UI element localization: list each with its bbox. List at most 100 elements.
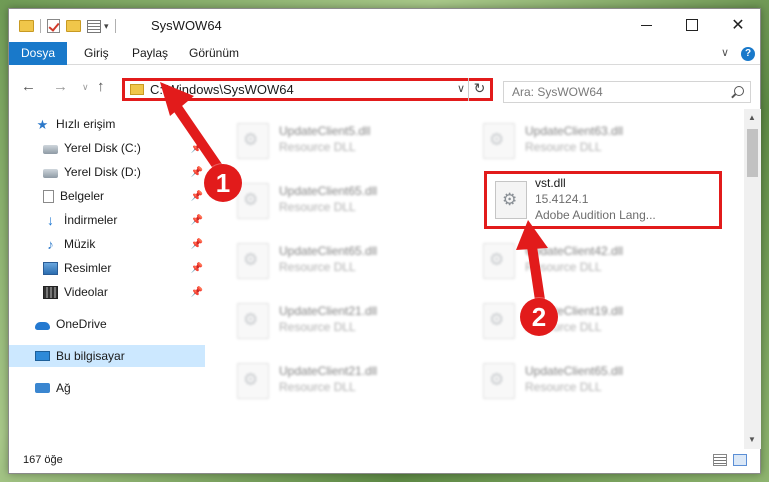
help-icon[interactable]: ?: [741, 47, 755, 61]
disk-icon: [43, 144, 58, 154]
sidebar-item-local-disk-d[interactable]: Yerel Disk (D:) 📌: [9, 161, 205, 183]
recent-locations-icon[interactable]: ∨: [82, 82, 89, 93]
pin-icon[interactable]: 📌: [191, 263, 203, 274]
close-button[interactable]: ✕: [715, 9, 761, 41]
sidebar-item-label: Ağ: [56, 381, 71, 395]
tab-share[interactable]: Paylaş: [120, 42, 180, 65]
close-icon: ✕: [731, 17, 745, 34]
explorer-window: ▾ SysWOW64 ✕ Dosya Giriş Paylaş Görünüm …: [8, 8, 761, 474]
sidebar-item-music[interactable]: ♪ Müzik 📌: [9, 233, 205, 255]
large-icons-view-icon[interactable]: [733, 454, 747, 466]
sidebar-item-onedrive[interactable]: OneDrive: [9, 313, 205, 335]
folder-icon: [130, 84, 144, 95]
file-type: Resource DLL: [279, 140, 356, 154]
expand-ribbon-icon[interactable]: ∨: [721, 46, 729, 59]
network-icon: [35, 383, 50, 393]
new-folder-icon[interactable]: [66, 20, 81, 32]
sidebar-item-this-pc[interactable]: Bu bilgisayar: [9, 345, 205, 367]
pin-icon[interactable]: 📌: [191, 215, 203, 226]
dll-file-icon: [237, 183, 269, 219]
dll-file-icon: [495, 181, 527, 219]
sidebar-item-network[interactable]: Ağ: [9, 377, 205, 399]
sidebar-item-label: Yerel Disk (D:): [64, 165, 141, 179]
file-name: UpdateClient65.dll: [279, 244, 378, 258]
search-icon[interactable]: [734, 86, 744, 96]
sidebar-item-pictures[interactable]: Resimler 📌: [9, 257, 205, 279]
scroll-down-icon[interactable]: ▼: [748, 435, 756, 444]
sidebar-item-documents[interactable]: Belgeler 📌: [9, 185, 205, 207]
file-type: Resource DLL: [279, 320, 356, 334]
step-badge-2: 2: [520, 298, 558, 336]
chevron-down-icon[interactable]: ∨: [457, 82, 465, 95]
scroll-up-icon[interactable]: ▲: [748, 113, 756, 122]
properties-check-icon[interactable]: [47, 19, 60, 33]
divider: [114, 19, 116, 33]
divider: [40, 19, 41, 33]
file-name: vst.dll: [535, 176, 566, 190]
videos-icon: [43, 285, 58, 299]
address-path[interactable]: C:\Windows\SysWOW64: [150, 82, 294, 97]
star-icon: ★: [36, 116, 49, 132]
window-title: SysWOW64: [151, 18, 222, 33]
search-input[interactable]: Ara: SysWOW64: [503, 81, 751, 103]
disk-icon: [43, 168, 58, 178]
view-options-icon[interactable]: [87, 19, 101, 33]
file-description: Adobe Audition Lang...: [535, 208, 656, 222]
music-icon: ♪: [47, 236, 54, 252]
navigation-bar: ← → ∨ ↑ C:\Windows\SysWOW64 ∨ ↻ Ara: Sys…: [9, 66, 760, 104]
file-name: UpdateClient42.dll: [525, 244, 624, 258]
file-name: UpdateClient65.dll: [279, 184, 378, 198]
file-name: UpdateClient63.dll: [525, 124, 624, 138]
sidebar-item-label: Belgeler: [60, 189, 105, 203]
pin-icon[interactable]: 📌: [191, 287, 203, 298]
item-count: 167 öğe: [23, 454, 63, 466]
address-bar[interactable]: C:\Windows\SysWOW64 ∨ ↻: [122, 78, 493, 101]
maximize-button[interactable]: [669, 9, 715, 41]
pin-icon[interactable]: 📌: [191, 239, 203, 250]
vertical-scrollbar[interactable]: ▲ ▼: [744, 109, 761, 449]
download-icon: ↓: [47, 211, 54, 228]
highlighted-file-vst-dll[interactable]: vst.dll 15.4124.1 Adobe Audition Lang...: [484, 171, 722, 229]
sidebar-item-downloads[interactable]: ↓ İndirmeler 📌: [9, 209, 205, 231]
search-placeholder: Ara: SysWOW64: [512, 85, 603, 99]
file-name: UpdateClient21.dll: [279, 364, 378, 378]
file-type: Resource DLL: [525, 380, 602, 394]
up-arrow-icon[interactable]: ↑: [97, 78, 105, 95]
dll-file-icon: [237, 123, 269, 159]
list-item[interactable]: UpdateClient42.dll Resource DLL: [461, 235, 691, 287]
dll-file-icon: [483, 243, 515, 279]
list-item[interactable]: UpdateClient19.dll Resource DLL: [461, 295, 691, 347]
list-item[interactable]: UpdateClient65.dll Resource DLL: [461, 355, 691, 407]
list-item[interactable]: UpdateClient65.dll Resource DLL: [215, 235, 445, 287]
list-item[interactable]: UpdateClient5.dll Resource DLL: [215, 115, 445, 167]
chevron-down-icon[interactable]: ▾: [104, 21, 109, 32]
tab-file[interactable]: Dosya: [9, 42, 68, 65]
tab-view[interactable]: Görünüm: [177, 42, 251, 65]
list-item[interactable]: UpdateClient21.dll Resource DLL: [215, 355, 445, 407]
list-item[interactable]: UpdateClient21.dll Resource DLL: [215, 295, 445, 347]
pin-icon[interactable]: 📌: [191, 191, 203, 202]
sidebar-item-label: Bu bilgisayar: [56, 349, 125, 363]
pin-icon[interactable]: 📌: [191, 167, 203, 178]
sidebar-item-quick-access[interactable]: ★ Hızlı erişim: [9, 113, 205, 135]
forward-arrow-icon[interactable]: →: [53, 78, 68, 95]
back-arrow-icon[interactable]: ←: [21, 78, 36, 95]
dll-file-icon: [483, 363, 515, 399]
list-item[interactable]: UpdateClient63.dll Resource DLL: [461, 115, 691, 167]
ribbon-tabs: Dosya Giriş Paylaş Görünüm ∨ ?: [9, 42, 760, 65]
sidebar-item-local-disk-c[interactable]: Yerel Disk (C:) 📌: [9, 137, 205, 159]
file-type: Resource DLL: [279, 380, 356, 394]
dll-file-icon: [237, 303, 269, 339]
sidebar-item-videos[interactable]: Videolar 📌: [9, 281, 205, 303]
folder-icon[interactable]: [19, 20, 34, 32]
refresh-icon[interactable]: ↻: [468, 78, 490, 101]
scrollbar-thumb[interactable]: [747, 129, 758, 177]
details-view-icon[interactable]: [713, 454, 727, 466]
minimize-button[interactable]: [623, 9, 669, 41]
pin-icon[interactable]: 📌: [191, 143, 203, 154]
dll-file-icon: [237, 363, 269, 399]
list-item[interactable]: UpdateClient65.dll Resource DLL: [215, 175, 445, 227]
file-type: Resource DLL: [279, 200, 356, 214]
navigation-pane: ★ Hızlı erişim Yerel Disk (C:) 📌 Yerel D…: [9, 109, 207, 449]
tab-home[interactable]: Giriş: [72, 42, 121, 65]
